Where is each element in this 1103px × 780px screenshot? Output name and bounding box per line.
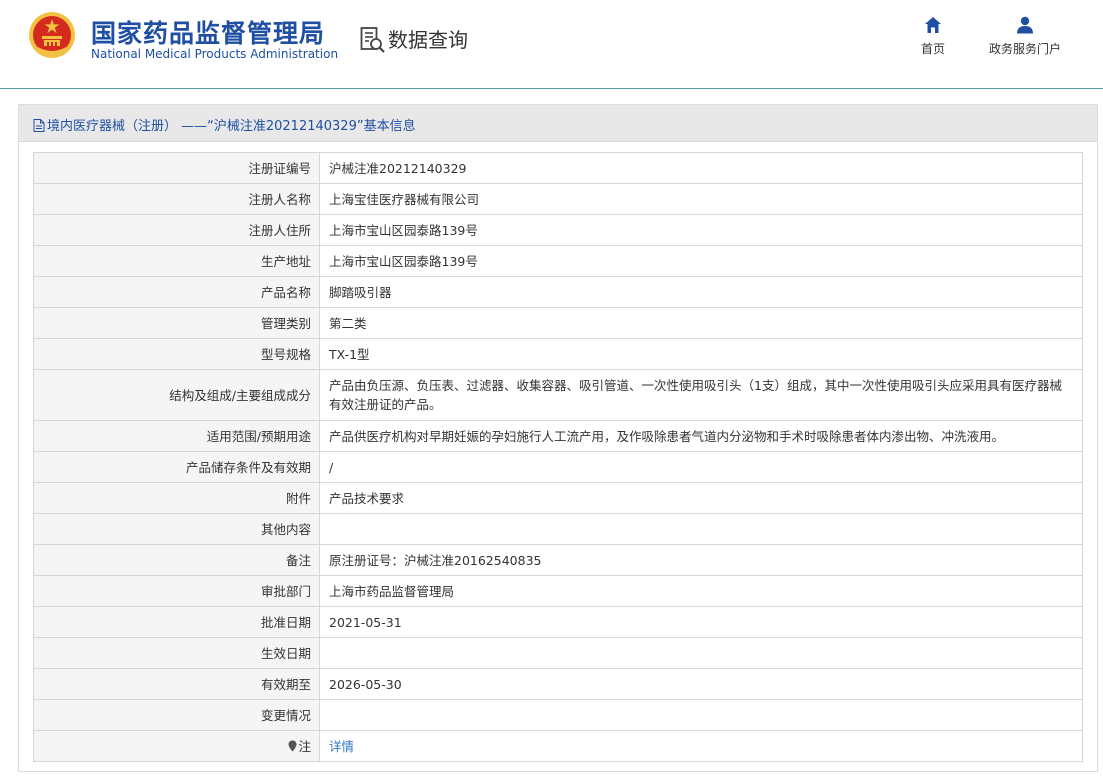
row-label: 生效日期 — [33, 637, 320, 669]
site-header: 国家药品监督管理局 National Medical Products Admi… — [0, 0, 1103, 90]
row-label: 有效期至 — [33, 668, 320, 700]
row-value: 脚踏吸引器 — [319, 276, 1083, 308]
row-label: 批准日期 — [33, 606, 320, 638]
row-label: 审批部门 — [33, 575, 320, 607]
row-label: 型号规格 — [33, 338, 320, 370]
nav-home[interactable]: 首页 — [913, 16, 953, 57]
table-row: 结构及组成/主要组成成分 产品由负压源、负压表、过滤器、收集容器、吸引管道、一次性… — [33, 369, 1083, 421]
row-label: 产品储存条件及有效期 — [33, 451, 320, 483]
row-value: 产品由负压源、负压表、过滤器、收集容器、吸引管道、一次性使用吸引头（1支）组成，… — [319, 369, 1083, 421]
row-label: 注册证编号 — [33, 152, 320, 184]
row-label: 注 — [33, 730, 320, 762]
panel-header: 境内医疗器械（注册） ——“沪械注准20212140329”基本信息 — [19, 105, 1097, 142]
table-row: 备注 原注册证号：沪械注准20162540835 — [33, 544, 1083, 576]
panel-title-text: 境内医疗器械（注册） ——“沪械注准20212140329”基本信息 — [47, 119, 416, 134]
note-label: 注 — [298, 738, 311, 754]
row-value: 原注册证号：沪械注准20162540835 — [319, 544, 1083, 576]
panel-title: 境内医疗器械（注册） ——“沪械注准20212140329”基本信息 — [33, 115, 416, 134]
table-row: 生效日期 — [33, 637, 1083, 669]
row-value: 沪械注准20212140329 — [319, 152, 1083, 184]
pin-icon — [288, 740, 297, 751]
document-icon — [33, 119, 45, 132]
table-row: 批准日期 2021-05-31 — [33, 606, 1083, 638]
user-icon — [1017, 16, 1033, 34]
header-divider — [0, 88, 1103, 89]
table-row: 型号规格 TX-1型 — [33, 338, 1083, 370]
row-label: 结构及组成/主要组成成分 — [33, 369, 320, 421]
row-value: 详情 — [319, 730, 1083, 762]
row-label: 其他内容 — [33, 513, 320, 545]
table-row: 产品名称 脚踏吸引器 — [33, 276, 1083, 308]
row-value: 第二类 — [319, 307, 1083, 339]
table-row: 其他内容 — [33, 513, 1083, 545]
row-value — [319, 699, 1083, 731]
table-row: 审批部门 上海市药品监督管理局 — [33, 575, 1083, 607]
site-title-en: National Medical Products Administration — [91, 47, 339, 61]
national-emblem-icon — [29, 12, 75, 58]
table-row: 注册人名称 上海宝佳医疗器械有限公司 — [33, 183, 1083, 215]
table-row: 变更情况 — [33, 699, 1083, 731]
nav-service-portal-label: 政务服务门户 — [988, 42, 1061, 56]
site-title-cn: 国家药品监督管理局 — [91, 19, 326, 48]
nav-service-portal[interactable]: 政务服务门户 — [980, 16, 1070, 57]
row-label: 适用范围/预期用途 — [33, 420, 320, 452]
row-value: 2021-05-31 — [319, 606, 1083, 638]
row-value: 产品供医疗机构对早期妊娠的孕妇施行人工流产用，及作吸除患者气道内分泌物和手术时吸… — [319, 420, 1083, 452]
table-row: 生产地址 上海市宝山区园泰路139号 — [33, 245, 1083, 277]
row-value: 2026-05-30 — [319, 668, 1083, 700]
device-info-table: 注册证编号 沪械注准20212140329 注册人名称 上海宝佳医疗器械有限公司 注… — [33, 152, 1083, 762]
row-label: 生产地址 — [33, 245, 320, 277]
details-link[interactable]: 详情 — [329, 739, 354, 754]
row-label: 产品名称 — [33, 276, 320, 308]
table-row: 注 详情 — [33, 730, 1083, 762]
table-row: 附件 产品技术要求 — [33, 482, 1083, 514]
row-value: TX-1型 — [319, 338, 1083, 370]
row-value: 上海宝佳医疗器械有限公司 — [319, 183, 1083, 215]
row-value: / — [319, 451, 1083, 483]
table-row: 适用范围/预期用途 产品供医疗机构对早期妊娠的孕妇施行人工流产用，及作吸除患者气道… — [33, 420, 1083, 452]
table-row: 产品储存条件及有效期 / — [33, 451, 1083, 483]
row-value: 上海市宝山区园泰路139号 — [319, 245, 1083, 277]
row-label: 管理类别 — [33, 307, 320, 339]
data-search-icon — [360, 27, 385, 53]
row-label: 注册人名称 — [33, 183, 320, 215]
info-panel: 境内医疗器械（注册） ——“沪械注准20212140329”基本信息 注册证编号… — [18, 104, 1098, 772]
row-label: 附件 — [33, 482, 320, 514]
table-row: 注册人住所 上海市宝山区园泰路139号 — [33, 214, 1083, 246]
section-title: 数据查询 — [388, 28, 468, 52]
row-value: 上海市宝山区园泰路139号 — [319, 214, 1083, 246]
table-row: 注册证编号 沪械注准20212140329 — [33, 152, 1083, 184]
row-label: 注册人住所 — [33, 214, 320, 246]
home-icon — [925, 17, 941, 33]
row-value — [319, 637, 1083, 669]
row-label: 备注 — [33, 544, 320, 576]
row-value: 产品技术要求 — [319, 482, 1083, 514]
nav-home-label: 首页 — [920, 42, 945, 56]
row-value: 上海市药品监督管理局 — [319, 575, 1083, 607]
table-row: 有效期至 2026-05-30 — [33, 668, 1083, 700]
table-row: 管理类别 第二类 — [33, 307, 1083, 339]
row-label: 变更情况 — [33, 699, 320, 731]
row-value — [319, 513, 1083, 545]
